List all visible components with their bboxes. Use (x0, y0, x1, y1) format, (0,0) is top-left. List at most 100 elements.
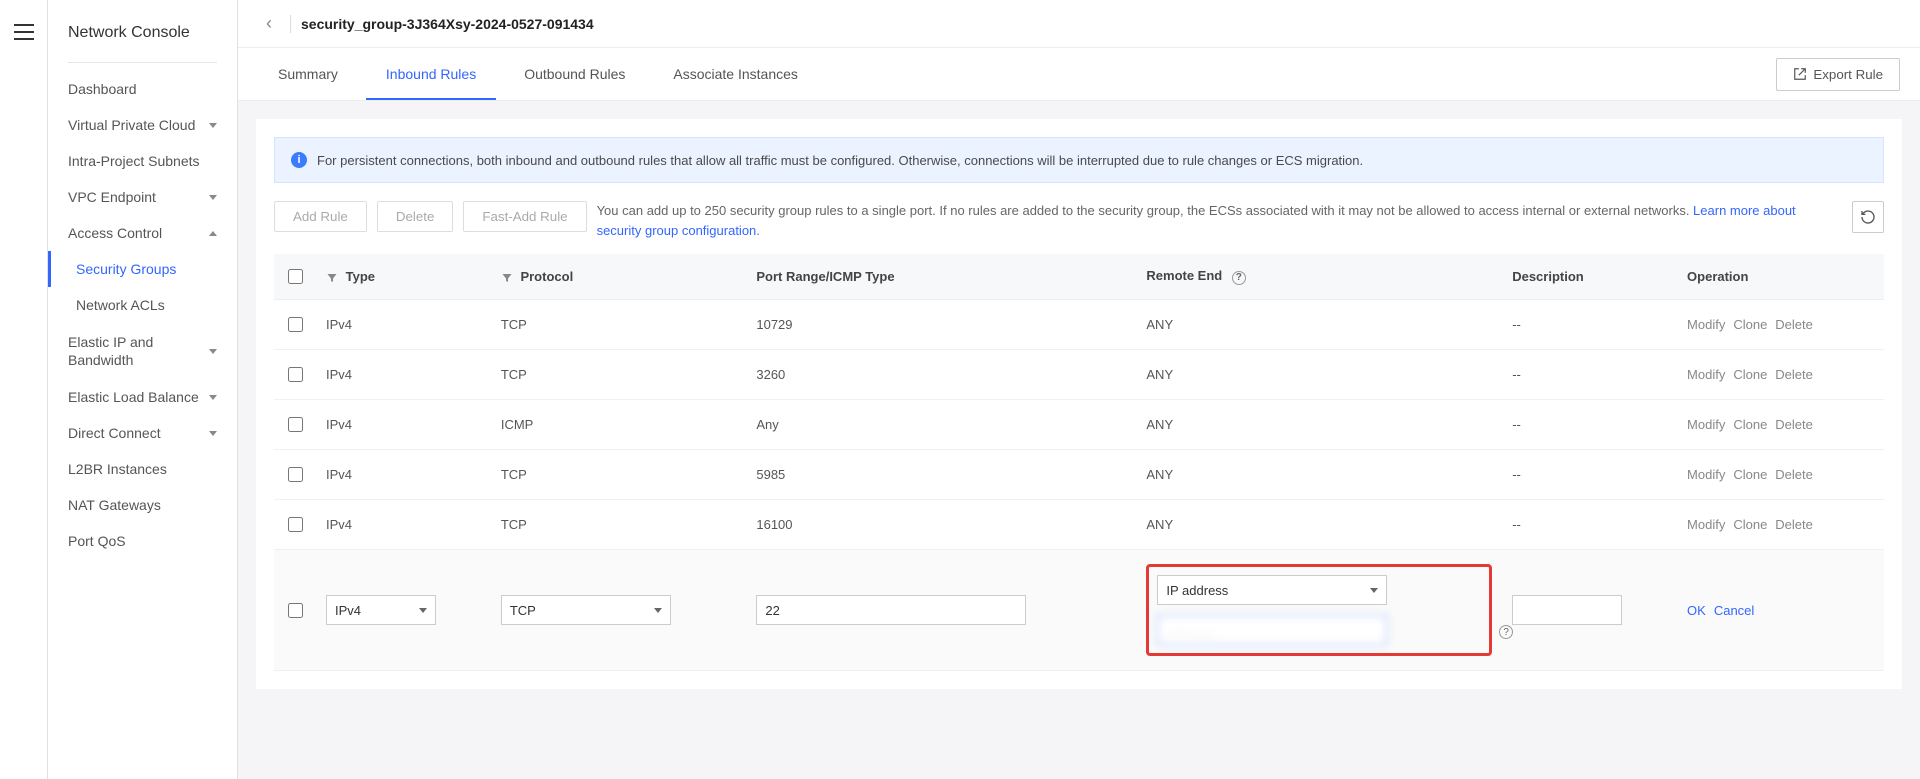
sidebar-item-label: L2BR Instances (68, 461, 167, 477)
description-input[interactable] (1512, 595, 1622, 625)
filter-icon[interactable] (326, 272, 338, 284)
export-rule-button[interactable]: Export Rule (1776, 58, 1900, 91)
cell-description: -- (1502, 300, 1677, 350)
sidebar-item-label: Dashboard (68, 81, 137, 97)
cell-remote: ANY (1136, 450, 1502, 500)
table-row: IPv4TCP5985ANY--ModifyCloneDelete (274, 450, 1884, 500)
remote-type-select[interactable]: IP address (1157, 575, 1387, 605)
tab-outbound-rules[interactable]: Outbound Rules (504, 48, 645, 100)
fast-add-rule-button[interactable]: Fast-Add Rule (463, 201, 586, 232)
cell-type: IPv4 (316, 350, 491, 400)
protocol-select[interactable]: TCP (501, 595, 671, 625)
filter-icon[interactable] (501, 272, 513, 284)
clone-link[interactable]: Clone (1733, 517, 1767, 532)
sidebar-item-label: Elastic Load Balance (68, 389, 199, 405)
clone-link[interactable]: Clone (1733, 367, 1767, 382)
help-icon[interactable]: ? (1232, 271, 1246, 285)
clone-link[interactable]: Clone (1733, 417, 1767, 432)
sidebar-item-elastic-ip[interactable]: Elastic IP and Bandwidth (48, 323, 237, 379)
refresh-button[interactable] (1852, 201, 1884, 233)
tab-associate-instances[interactable]: Associate Instances (653, 48, 818, 100)
sidebar-title: Network Console (48, 0, 237, 54)
page-title: security_group-3J364Xsy-2024-0527-091434 (301, 16, 594, 32)
ok-link[interactable]: OK (1687, 603, 1706, 618)
sidebar-item-port-qos[interactable]: Port QoS (48, 523, 237, 559)
sidebar-item-security-groups[interactable]: Security Groups (48, 251, 237, 287)
sidebar-item-vpc-endpoint[interactable]: VPC Endpoint (48, 179, 237, 215)
chevron-up-icon (209, 231, 217, 236)
back-icon[interactable]: ‹ (258, 9, 280, 38)
sidebar: Network Console Dashboard Virtual Privat… (48, 0, 238, 779)
cell-port: 16100 (746, 500, 1136, 550)
delete-link[interactable]: Delete (1775, 367, 1813, 382)
modify-link[interactable]: Modify (1687, 367, 1725, 382)
cell-protocol: TCP (491, 500, 747, 550)
sidebar-item-nat-gateways[interactable]: NAT Gateways (48, 487, 237, 523)
modify-link[interactable]: Modify (1687, 417, 1725, 432)
cell-description: -- (1502, 450, 1677, 500)
row-checkbox[interactable] (288, 317, 303, 332)
add-rule-button[interactable]: Add Rule (274, 201, 367, 232)
sidebar-item-elb[interactable]: Elastic Load Balance (48, 379, 237, 415)
sidebar-item-label: Elastic IP and Bandwidth (68, 333, 209, 369)
sidebar-item-label: Port QoS (68, 533, 126, 549)
col-port: Port Range/ICMP Type (746, 254, 1136, 300)
cell-port: 10729 (746, 300, 1136, 350)
select-all-checkbox[interactable] (288, 269, 303, 284)
row-checkbox[interactable] (288, 603, 303, 618)
sidebar-item-l2br[interactable]: L2BR Instances (48, 451, 237, 487)
remote-address-input[interactable] (1157, 615, 1387, 645)
row-checkbox[interactable] (288, 467, 303, 482)
type-select[interactable]: IPv4 (326, 595, 436, 625)
port-input[interactable] (756, 595, 1026, 625)
row-checkbox[interactable] (288, 367, 303, 382)
sidebar-item-direct-connect[interactable]: Direct Connect (48, 415, 237, 451)
clone-link[interactable]: Clone (1733, 467, 1767, 482)
chevron-down-icon (209, 395, 217, 400)
delete-link[interactable]: Delete (1775, 317, 1813, 332)
chevron-down-icon (419, 608, 427, 613)
sidebar-item-network-acls[interactable]: Network ACLs (48, 287, 237, 323)
sidebar-item-label: Direct Connect (68, 425, 161, 441)
delete-button[interactable]: Delete (377, 201, 454, 232)
sidebar-item-label: Intra-Project Subnets (68, 153, 200, 169)
cell-description: -- (1502, 400, 1677, 450)
clone-link[interactable]: Clone (1733, 317, 1767, 332)
delete-link[interactable]: Delete (1775, 517, 1813, 532)
modify-link[interactable]: Modify (1687, 317, 1725, 332)
sidebar-item-vpc[interactable]: Virtual Private Cloud (48, 107, 237, 143)
sidebar-item-label: Access Control (68, 225, 162, 241)
tab-inbound-rules[interactable]: Inbound Rules (366, 48, 496, 100)
tab-summary[interactable]: Summary (258, 48, 358, 100)
cell-remote: ANY (1136, 500, 1502, 550)
col-type: Type (346, 269, 375, 284)
col-operation: Operation (1677, 254, 1884, 300)
sidebar-item-intra-subnets[interactable]: Intra-Project Subnets (48, 143, 237, 179)
cell-type: IPv4 (316, 300, 491, 350)
sidebar-item-label: NAT Gateways (68, 497, 161, 513)
table-row: IPv4ICMPAnyANY--ModifyCloneDelete (274, 400, 1884, 450)
row-checkbox[interactable] (288, 417, 303, 432)
table-edit-row: IPv4TCPIP address?OKCancel (274, 550, 1884, 671)
sidebar-item-label: VPC Endpoint (68, 189, 156, 205)
delete-link[interactable]: Delete (1775, 467, 1813, 482)
cell-remote: ANY (1136, 400, 1502, 450)
sidebar-item-label: Security Groups (76, 261, 176, 277)
rules-table: Type Protocol Port Range/ICMP Type Remot… (274, 254, 1884, 671)
cell-port: 3260 (746, 350, 1136, 400)
hamburger-menu[interactable] (14, 24, 34, 40)
sidebar-item-access-control[interactable]: Access Control (48, 215, 237, 251)
modify-link[interactable]: Modify (1687, 517, 1725, 532)
modify-link[interactable]: Modify (1687, 467, 1725, 482)
delete-link[interactable]: Delete (1775, 417, 1813, 432)
cell-remote: ANY (1136, 300, 1502, 350)
cell-type: IPv4 (316, 450, 491, 500)
sidebar-item-dashboard[interactable]: Dashboard (48, 71, 237, 107)
cancel-link[interactable]: Cancel (1714, 603, 1754, 618)
refresh-icon (1860, 209, 1876, 225)
sidebar-item-label: Virtual Private Cloud (68, 117, 195, 133)
table-row: IPv4TCP16100ANY--ModifyCloneDelete (274, 500, 1884, 550)
cell-description: -- (1502, 500, 1677, 550)
row-checkbox[interactable] (288, 517, 303, 532)
cell-protocol: TCP (491, 300, 747, 350)
